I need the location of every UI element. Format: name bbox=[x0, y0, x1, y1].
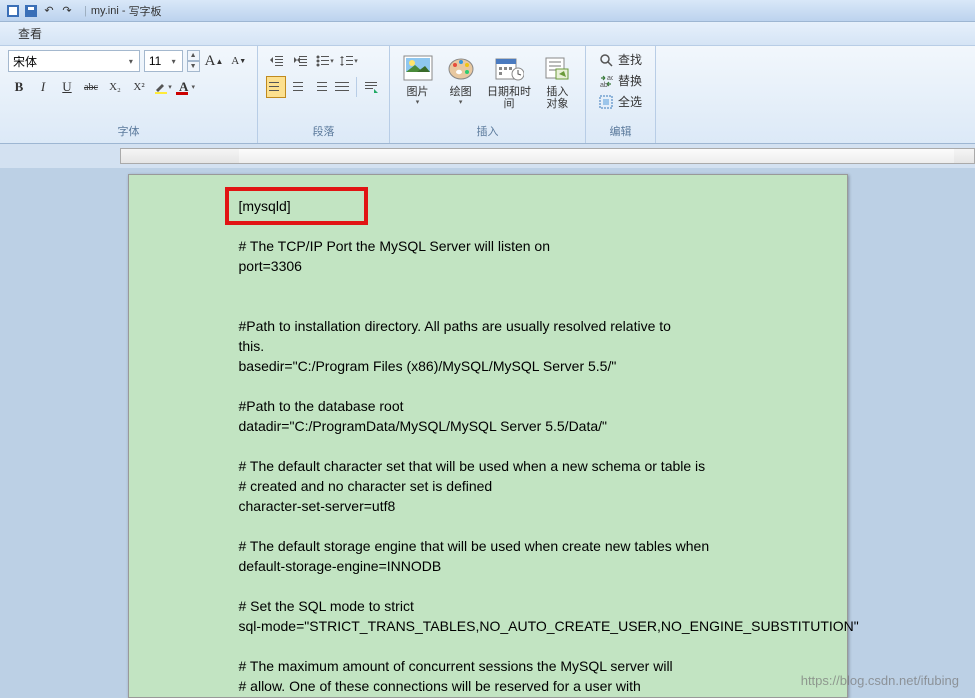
shrink-font-button[interactable]: A▼ bbox=[228, 50, 249, 72]
line-spacing-button[interactable]: ▾ bbox=[338, 50, 360, 72]
insert-body: 图片 ▾ 绘图 ▾ 日期和时间 插入 对象 bbox=[398, 50, 577, 112]
ribbon: 宋体 ▾ 11 ▾ ▲▼ A▲ A▼ B I U abc X₂ X² ▾ A▾ bbox=[0, 46, 975, 144]
decrease-indent-button[interactable] bbox=[266, 50, 288, 72]
para-row-1: ▾ ▾ bbox=[266, 50, 381, 72]
app-menu-icon[interactable] bbox=[6, 4, 20, 18]
group-insert: 图片 ▾ 绘图 ▾ 日期和时间 插入 对象 插入 bbox=[390, 46, 586, 143]
chevron-down-icon: ▾ bbox=[125, 57, 137, 66]
chevron-down-icon: ▾ bbox=[168, 57, 180, 66]
object-icon bbox=[541, 52, 573, 84]
watermark: https://blog.csdn.net/ifubing bbox=[801, 673, 959, 688]
selectall-label: 全选 bbox=[618, 93, 642, 110]
chevron-down-icon: ▾ bbox=[416, 98, 420, 106]
insert-datetime-button[interactable]: 日期和时间 bbox=[484, 50, 534, 112]
font-family-combo[interactable]: 宋体 ▾ bbox=[8, 50, 140, 72]
insert-datetime-label: 日期和时间 bbox=[486, 86, 532, 110]
window-title-filename: my.ini bbox=[91, 5, 119, 17]
superscript-button[interactable]: X² bbox=[128, 76, 150, 98]
italic-button[interactable]: I bbox=[32, 76, 54, 98]
grow-font-button[interactable]: A▲ bbox=[204, 50, 225, 72]
group-label-paragraph: 段落 bbox=[266, 121, 381, 141]
replace-icon: abac bbox=[598, 73, 614, 89]
align-center-button[interactable] bbox=[288, 76, 308, 98]
insert-paint-button[interactable]: 绘图 ▾ bbox=[441, 50, 480, 112]
separator: | bbox=[84, 5, 87, 17]
paragraph-dialog-button[interactable] bbox=[361, 76, 381, 98]
group-edit: 查找 abac 替换 全选 编辑 bbox=[586, 46, 656, 143]
para-row-2 bbox=[266, 76, 381, 98]
font-size-combo[interactable]: 11 ▾ bbox=[144, 50, 183, 72]
quick-access-toolbar: ↶ ↷ bbox=[6, 4, 74, 18]
insert-paint-label: 绘图 bbox=[450, 86, 472, 98]
group-label-insert: 插入 bbox=[398, 121, 577, 141]
font-family-value: 宋体 bbox=[13, 53, 37, 70]
divider bbox=[356, 77, 357, 97]
search-icon bbox=[598, 52, 614, 68]
window-title-sep: - bbox=[119, 5, 129, 17]
bullet-list-button[interactable]: ▾ bbox=[314, 50, 336, 72]
document-page[interactable]: [mysqld] # The TCP/IP Port the MySQL Ser… bbox=[128, 174, 848, 698]
tab-view[interactable]: 查看 bbox=[10, 23, 50, 44]
find-button[interactable]: 查找 bbox=[594, 50, 647, 69]
document-content[interactable]: [mysqld] # The TCP/IP Port the MySQL Ser… bbox=[239, 197, 813, 698]
save-icon[interactable] bbox=[24, 4, 38, 18]
font-size-value: 11 bbox=[149, 54, 161, 68]
document-viewport: [mysqld] # The TCP/IP Port the MySQL Ser… bbox=[0, 168, 975, 698]
window-title-appname: 写字板 bbox=[129, 3, 162, 19]
group-paragraph: ▾ ▾ 段落 bbox=[258, 46, 390, 143]
align-right-button[interactable] bbox=[310, 76, 330, 98]
increase-indent-button[interactable] bbox=[290, 50, 312, 72]
font-color-button[interactable]: A▾ bbox=[176, 76, 198, 98]
picture-icon bbox=[402, 52, 434, 84]
title-bar: ↶ ↷ | my.ini - 写字板 bbox=[0, 0, 975, 22]
underline-button[interactable]: U bbox=[56, 76, 78, 98]
selectall-icon bbox=[598, 94, 614, 110]
annotation-red-box bbox=[225, 187, 368, 225]
selectall-button[interactable]: 全选 bbox=[594, 92, 647, 111]
tab-row: 查看 bbox=[0, 22, 975, 46]
insert-picture-label: 图片 bbox=[407, 86, 429, 98]
ruler-area bbox=[0, 144, 975, 168]
align-justify-button[interactable] bbox=[332, 76, 352, 98]
find-label: 查找 bbox=[618, 51, 642, 68]
svg-text:ab: ab bbox=[600, 82, 608, 88]
insert-object-label: 插入 对象 bbox=[546, 86, 568, 110]
align-left-button[interactable] bbox=[266, 76, 286, 98]
redo-icon[interactable]: ↷ bbox=[60, 4, 74, 18]
replace-label: 替换 bbox=[618, 72, 642, 89]
svg-text:ac: ac bbox=[607, 75, 613, 82]
group-font: 宋体 ▾ 11 ▾ ▲▼ A▲ A▼ B I U abc X₂ X² ▾ A▾ bbox=[0, 46, 258, 143]
chevron-down-icon: ▾ bbox=[459, 98, 463, 106]
edit-body: 查找 abac 替换 全选 bbox=[594, 50, 647, 111]
horizontal-ruler[interactable] bbox=[120, 148, 975, 164]
bold-button[interactable]: B bbox=[8, 76, 30, 98]
insert-picture-button[interactable]: 图片 ▾ bbox=[398, 50, 437, 112]
highlight-button[interactable]: ▾ bbox=[152, 76, 174, 98]
font-row-2: B I U abc X₂ X² ▾ A▾ bbox=[8, 76, 249, 98]
strikethrough-button[interactable]: abc bbox=[80, 76, 102, 98]
group-label-font: 字体 bbox=[8, 121, 249, 141]
group-label-edit: 编辑 bbox=[594, 121, 647, 141]
paint-icon bbox=[445, 52, 477, 84]
font-size-spinner[interactable]: ▲▼ bbox=[187, 50, 200, 72]
font-row-1: 宋体 ▾ 11 ▾ ▲▼ A▲ A▼ bbox=[8, 50, 249, 72]
insert-object-button[interactable]: 插入 对象 bbox=[538, 50, 577, 112]
subscript-button[interactable]: X₂ bbox=[104, 76, 126, 98]
calendar-icon bbox=[493, 52, 525, 84]
undo-icon[interactable]: ↶ bbox=[42, 4, 56, 18]
replace-button[interactable]: abac 替换 bbox=[594, 71, 647, 90]
